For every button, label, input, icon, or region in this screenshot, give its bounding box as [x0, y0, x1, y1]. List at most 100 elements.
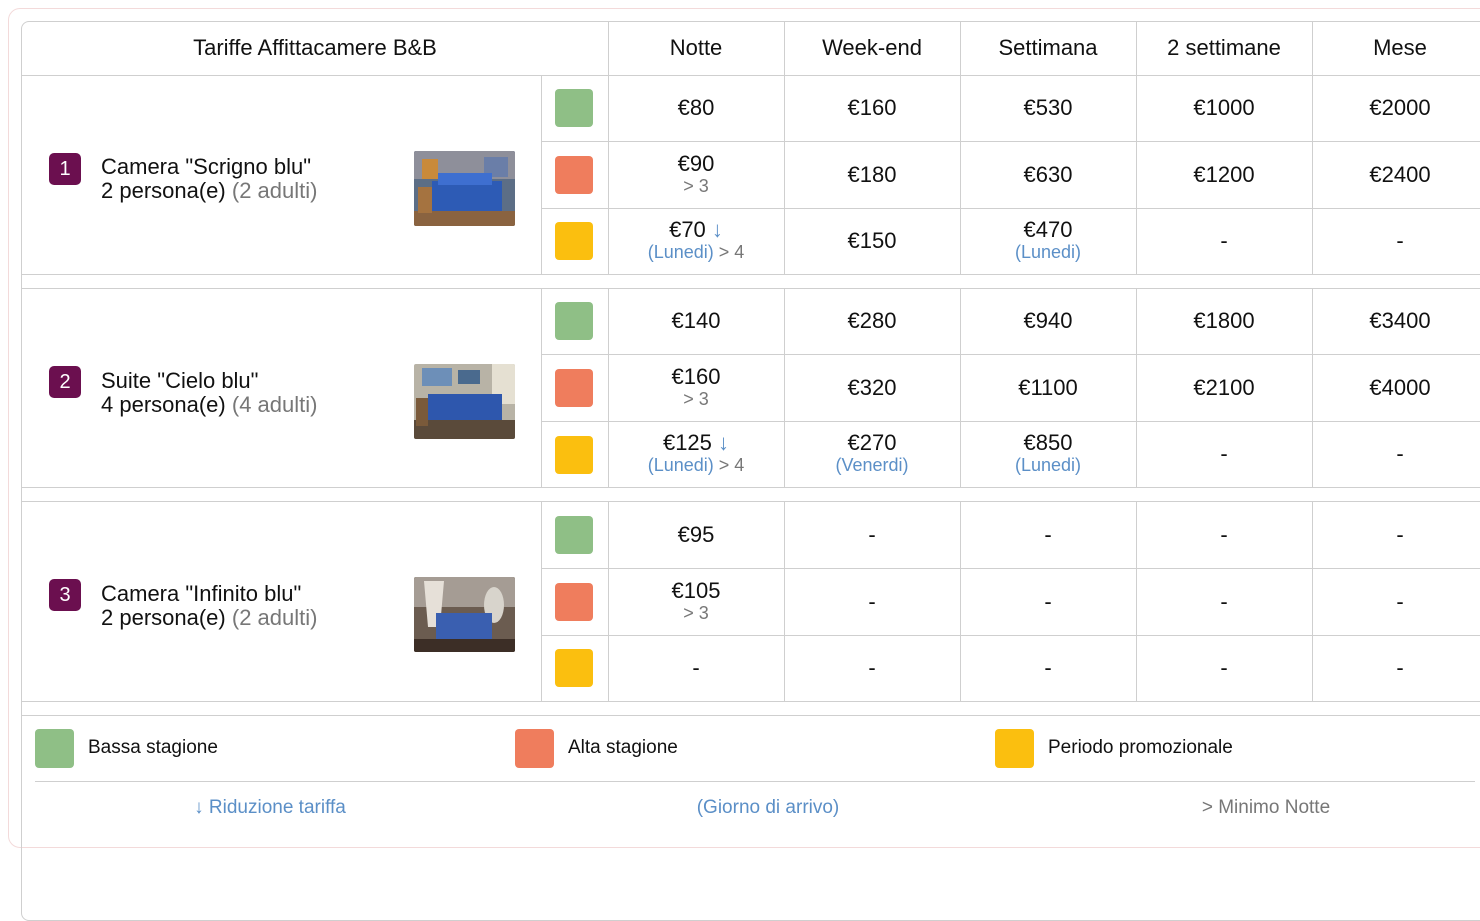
- min-nights-note: > Minimo Notte: [1201, 797, 1331, 818]
- alta-stagione-swatch: [555, 369, 593, 407]
- canopy-bed-photo[interactable]: [414, 577, 515, 652]
- rate-cell: €150: [847, 228, 897, 253]
- rate-cell: €160: [847, 95, 897, 120]
- rate-cell: €2100: [1193, 374, 1255, 400]
- table-title: Tariffe Affittacamere B&B: [193, 35, 437, 60]
- periodo-promozionale-swatch: [555, 436, 593, 474]
- rate-value: €160: [671, 363, 721, 389]
- rate-cell: €70 ↓ (Lunedi) > 4: [608, 208, 784, 274]
- rate-cell: €105 > 3: [608, 568, 784, 635]
- room-number-badge: 1: [49, 153, 81, 185]
- reduction-arrow-icon: ↓: [711, 217, 723, 242]
- arrival-day: (Venerdi): [835, 455, 909, 475]
- arrival-day: (Lunedi): [1014, 455, 1082, 475]
- divider: [22, 715, 1480, 716]
- rate-cell: -: [1044, 588, 1052, 614]
- rate-cell: €180: [847, 161, 897, 187]
- room-name-link[interactable]: Suite "Cielo blu": [101, 369, 317, 393]
- room-capacity: 2 persona(e): [101, 605, 226, 630]
- rate-cell: €1200: [1193, 161, 1255, 187]
- room-capacity: 4 persona(e): [101, 392, 226, 417]
- rate-cell: €2000: [1369, 95, 1431, 120]
- rate-cell: €270 (Venerdi): [784, 421, 960, 487]
- rate-cell: €850 (Lunedi): [960, 421, 1136, 487]
- rate-cell: €4000: [1369, 374, 1431, 400]
- reduction-note: ↓ Riduzione tariffa: [194, 797, 346, 818]
- min-nights: > 3: [683, 175, 709, 196]
- bassa-stagione-swatch: [555, 516, 593, 554]
- rate-cell: €80: [677, 95, 715, 120]
- legend-alta-swatch: [515, 729, 554, 768]
- room-name-link[interactable]: Camera "Scrigno blu": [101, 155, 317, 179]
- reduction-arrow-icon: ↓: [718, 430, 730, 455]
- room-number-badge: 2: [49, 366, 81, 398]
- min-nights: > 4: [718, 242, 745, 262]
- rate-cell: -: [1220, 441, 1228, 466]
- room-adults: (4 adulti): [231, 392, 318, 417]
- divider: [22, 487, 1480, 488]
- rate-cell: €530: [1023, 95, 1073, 120]
- rate-cell: €140: [671, 308, 721, 333]
- room-capacity: 2 persona(e): [101, 178, 226, 203]
- rate-cell: -: [1220, 228, 1228, 253]
- bedroom-photo[interactable]: [414, 151, 515, 226]
- min-nights: > 3: [683, 388, 709, 409]
- legend-promo-swatch: [995, 729, 1034, 768]
- rate-cell: -: [1044, 655, 1052, 680]
- periodo-promozionale-swatch: [555, 222, 593, 260]
- rate-cell: -: [1220, 655, 1228, 680]
- rate-cell: -: [1396, 441, 1404, 466]
- col-header-weekend: Week-end: [822, 35, 922, 60]
- rate-cell: -: [1044, 521, 1052, 547]
- divider: [960, 22, 961, 75]
- alta-stagione-swatch: [555, 156, 593, 194]
- periodo-promozionale-swatch: [555, 649, 593, 687]
- divider: [541, 75, 542, 274]
- room-info: Camera "Scrigno blu" 2 persona(e) (2 adu…: [101, 155, 317, 203]
- rate-cell: €940: [1023, 308, 1073, 333]
- min-nights: > 4: [718, 455, 745, 475]
- legend-alta-label: Alta stagione: [568, 737, 678, 758]
- legend-bassa-label: Bassa stagione: [88, 737, 218, 758]
- rate-cell: €2400: [1369, 161, 1431, 187]
- room-adults: (2 adulti): [231, 605, 318, 630]
- rate-cell: €90 > 3: [608, 141, 784, 208]
- rate-cell: €470 (Lunedi): [960, 208, 1136, 274]
- rate-cell: €160 > 3: [608, 354, 784, 421]
- rate-cell: -: [1396, 521, 1404, 547]
- rate-cell: -: [692, 655, 700, 680]
- legend-promo-label: Periodo promozionale: [1048, 737, 1233, 758]
- rate-cell: -: [1396, 228, 1404, 253]
- rate-cell: €1100: [1018, 374, 1078, 400]
- divider: [1136, 22, 1137, 75]
- rate-value: €70: [669, 217, 706, 242]
- rate-value: €125: [662, 430, 712, 455]
- rate-cell: €3400: [1369, 308, 1431, 333]
- arrival-day: (Lunedi): [1014, 242, 1082, 262]
- divider: [541, 288, 542, 487]
- rate-cell: -: [868, 655, 876, 680]
- divider: [1312, 22, 1313, 75]
- room-info: Suite "Cielo blu" 4 persona(e) (4 adulti…: [101, 369, 317, 417]
- alta-stagione-swatch: [555, 583, 593, 621]
- rate-cell: €125 ↓ (Lunedi) > 4: [608, 421, 784, 487]
- rate-cell: -: [1396, 588, 1404, 614]
- rate-value: €470: [1023, 217, 1073, 242]
- suite-photo[interactable]: [414, 364, 515, 439]
- bassa-stagione-swatch: [555, 89, 593, 127]
- rate-value: €90: [677, 150, 715, 176]
- rate-value: €270: [847, 430, 897, 455]
- room-info: Camera "Infinito blu" 2 persona(e) (2 ad…: [101, 582, 317, 630]
- min-nights: > 3: [683, 602, 709, 623]
- arrival-day-note: (Giorno di arrivo): [696, 797, 840, 818]
- col-header-notte: Notte: [669, 35, 723, 60]
- arrival-day: (Lunedi): [647, 455, 714, 475]
- room-name-link[interactable]: Camera "Infinito blu": [101, 582, 317, 606]
- legend-bassa-swatch: [35, 729, 74, 768]
- rate-cell: -: [868, 521, 876, 547]
- rate-cell: -: [1220, 521, 1228, 547]
- divider: [22, 274, 1480, 275]
- divider: [541, 501, 542, 701]
- rate-cell: €280: [847, 308, 897, 333]
- room-number-badge: 3: [49, 579, 81, 611]
